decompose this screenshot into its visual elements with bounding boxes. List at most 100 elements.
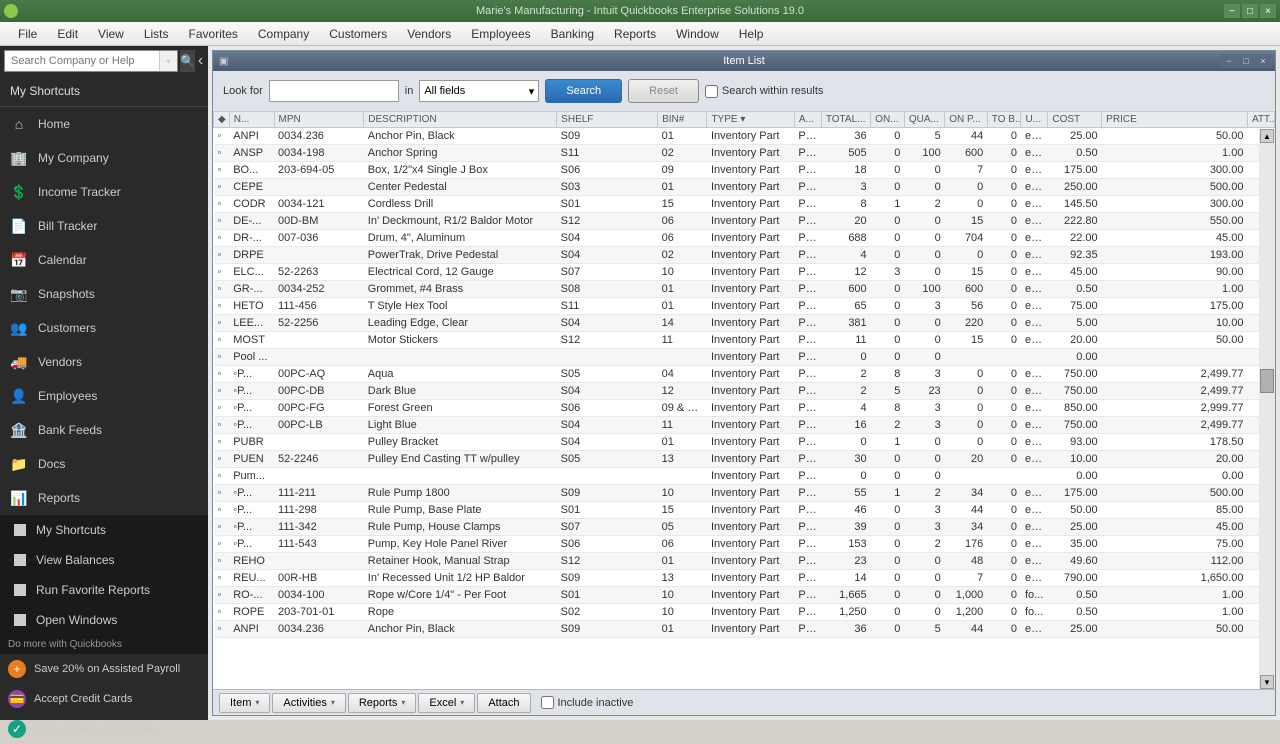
search-button[interactable]: 🔍	[180, 50, 195, 72]
table-row[interactable]: ◦ ◦P... 111-342 Rule Pump, House Clamps …	[214, 519, 1275, 536]
table-row[interactable]: ◦ LEE... 52-2256 Leading Edge, Clear S04…	[214, 315, 1275, 332]
attach-button[interactable]: Attach	[477, 693, 530, 713]
menu-view[interactable]: View	[88, 23, 134, 45]
search-dropdown-icon[interactable]: ▾	[159, 51, 177, 71]
column-header[interactable]: TYPE ▾	[707, 112, 794, 128]
collapse-sidebar-icon[interactable]: ‹	[197, 50, 204, 72]
column-header[interactable]: ATT...	[1247, 112, 1274, 128]
scroll-up-icon[interactable]: ▲	[1260, 129, 1274, 143]
sidebar-item-docs[interactable]: 📁Docs	[0, 447, 208, 481]
promo-save-on-assisted-payroll[interactable]: +Save 20% on Assisted Payroll	[0, 654, 208, 684]
table-row[interactable]: ◦ REHO Retainer Hook, Manual Strap S12 0…	[214, 553, 1275, 570]
table-row[interactable]: ◦ DR-... 007-036 Drum, 4", Aluminum S04 …	[214, 230, 1275, 247]
search-within-input[interactable]	[705, 85, 718, 98]
table-row[interactable]: ◦ CEPE Center Pedestal S03 01 Inventory …	[214, 179, 1275, 196]
minimize-button[interactable]: −	[1224, 4, 1240, 18]
column-header[interactable]: ON P...	[945, 112, 988, 128]
table-row[interactable]: ◦ ANPI 0034.236 Anchor Pin, Black S09 01…	[214, 621, 1275, 638]
table-row[interactable]: ◦ ◦P... 111-298 Rule Pump, Base Plate S0…	[214, 502, 1275, 519]
table-row[interactable]: ◦ ELC... 52-2263 Electrical Cord, 12 Gau…	[214, 264, 1275, 281]
reset-button[interactable]: Reset	[628, 79, 699, 103]
table-row[interactable]: ◦ ANPI 0034.236 Anchor Pin, Black S09 01…	[214, 128, 1275, 145]
sidebar-item-bill-tracker[interactable]: 📄Bill Tracker	[0, 209, 208, 243]
item-button[interactable]: Item ▾	[219, 693, 270, 713]
sidebar-sub-open-windows[interactable]: Open Windows	[0, 605, 208, 635]
activities-button[interactable]: Activities ▾	[272, 693, 345, 713]
sidebar-item-employees[interactable]: 👤Employees	[0, 379, 208, 413]
column-header[interactable]: ON...	[871, 112, 905, 128]
sidebar-item-my-company[interactable]: 🏢My Company	[0, 141, 208, 175]
table-row[interactable]: ◦ HETO 111-456 T Style Hex Tool S11 01 I…	[214, 298, 1275, 315]
sidebar-sub-view-balances[interactable]: View Balances	[0, 545, 208, 575]
window-close-button[interactable]: ×	[1255, 54, 1271, 68]
column-header[interactable]: N...	[229, 112, 274, 128]
column-header[interactable]: COST	[1048, 112, 1102, 128]
sidebar-item-calendar[interactable]: 📅Calendar	[0, 243, 208, 277]
look-for-input[interactable]	[269, 80, 399, 102]
table-row[interactable]: ◦ ◦P... 111-211 Rule Pump 1800 S09 10 In…	[214, 485, 1275, 502]
sidebar-item-income-tracker[interactable]: 💲Income Tracker	[0, 175, 208, 209]
window-header[interactable]: ▣ Item List − □ ×	[213, 51, 1275, 71]
table-row[interactable]: ◦ MOST Motor Stickers S12 11 Inventory P…	[214, 332, 1275, 349]
sidebar-item-reports[interactable]: 📊Reports	[0, 481, 208, 515]
menu-banking[interactable]: Banking	[541, 23, 604, 45]
search-input[interactable]	[5, 51, 159, 71]
table-row[interactable]: ◦ RO-... 0034-100 Rope w/Core 1/4" - Per…	[214, 587, 1275, 604]
table-row[interactable]: ◦ ◦P... 00PC-AQ Aqua S05 04 Inventory Pa…	[214, 366, 1275, 383]
column-header[interactable]: ◆	[214, 112, 230, 128]
column-header[interactable]: BIN#	[658, 112, 707, 128]
menu-lists[interactable]: Lists	[134, 23, 179, 45]
sidebar-item-snapshots[interactable]: 📷Snapshots	[0, 277, 208, 311]
menu-help[interactable]: Help	[729, 23, 774, 45]
table-row[interactable]: ◦ GR-... 0034-252 Grommet, #4 Brass S08 …	[214, 281, 1275, 298]
column-header[interactable]: MPN	[274, 112, 364, 128]
menu-edit[interactable]: Edit	[47, 23, 88, 45]
scroll-thumb[interactable]	[1260, 369, 1274, 393]
vertical-scrollbar[interactable]: ▲ ▼	[1259, 129, 1275, 689]
table-row[interactable]: ◦ DRPE PowerTrak, Drive Pedestal S04 02 …	[214, 247, 1275, 264]
reports-button[interactable]: Reports ▾	[348, 693, 417, 713]
table-row[interactable]: ◦ Pum... Inventory Part Po... 0 0 0 0.00…	[214, 468, 1275, 485]
table-row[interactable]: ◦ ANSP 0034-198 Anchor Spring S11 02 Inv…	[214, 145, 1275, 162]
maximize-button[interactable]: □	[1242, 4, 1258, 18]
column-header[interactable]: PRICE	[1102, 112, 1248, 128]
menu-vendors[interactable]: Vendors	[397, 23, 461, 45]
excel-button[interactable]: Excel ▾	[418, 693, 475, 713]
table-row[interactable]: ◦ CODR 0034-121 Cordless Drill S01 15 In…	[214, 196, 1275, 213]
close-button[interactable]: ×	[1260, 4, 1276, 18]
include-inactive-input[interactable]	[541, 696, 554, 709]
window-maximize-button[interactable]: □	[1238, 54, 1254, 68]
promo-accept-credit-cards[interactable]: 💳Accept Credit Cards	[0, 684, 208, 714]
table-row[interactable]: ◦ Pool ... Inventory Part Po... 0 0 0 0.…	[214, 349, 1275, 366]
sidebar-item-bank-feeds[interactable]: 🏦Bank Feeds	[0, 413, 208, 447]
table-row[interactable]: ◦ PUBR Pulley Bracket S04 01 Inventory P…	[214, 434, 1275, 451]
table-row[interactable]: ◦ REU... 00R-HB In' Recessed Unit 1/2 HP…	[214, 570, 1275, 587]
window-minimize-button[interactable]: −	[1221, 54, 1237, 68]
column-header[interactable]: QUA...	[904, 112, 944, 128]
sidebar-item-vendors[interactable]: 🚚Vendors	[0, 345, 208, 379]
menu-reports[interactable]: Reports	[604, 23, 666, 45]
table-row[interactable]: ◦ ROPE 203-701-01 Rope S02 10 Inventory …	[214, 604, 1275, 621]
menu-customers[interactable]: Customers	[319, 23, 397, 45]
menu-file[interactable]: File	[8, 23, 47, 45]
search-button[interactable]: Search	[545, 79, 622, 103]
table-row[interactable]: ◦ ◦P... 00PC-DB Dark Blue S04 12 Invento…	[214, 383, 1275, 400]
table-row[interactable]: ◦ ◦P... 00PC-LB Light Blue S04 11 Invent…	[214, 417, 1275, 434]
column-header[interactable]: U...	[1021, 112, 1048, 128]
table-row[interactable]: ◦ PUEN 52-2246 Pulley End Casting TT w/p…	[214, 451, 1275, 468]
column-header[interactable]: A...	[794, 112, 821, 128]
menu-favorites[interactable]: Favorites	[179, 23, 248, 45]
scroll-down-icon[interactable]: ▼	[1260, 675, 1274, 689]
promo-order-checks-supplies[interactable]: ✓Order Checks & Supplies	[0, 714, 208, 744]
column-header[interactable]: SHELF	[557, 112, 658, 128]
column-header[interactable]: TOTAL...	[821, 112, 870, 128]
column-header[interactable]: TO B...	[987, 112, 1021, 128]
include-inactive-checkbox[interactable]: Include inactive	[541, 696, 634, 709]
sidebar-sub-header[interactable]: My Shortcuts	[0, 515, 208, 545]
table-row[interactable]: ◦ DE-... 00D-BM In' Deckmount, R1/2 Bald…	[214, 213, 1275, 230]
sidebar-sub-run-favorite-reports[interactable]: Run Favorite Reports	[0, 575, 208, 605]
menu-employees[interactable]: Employees	[461, 23, 540, 45]
table-row[interactable]: ◦ ◦P... 00PC-FG Forest Green S06 09 & B.…	[214, 400, 1275, 417]
search-within-checkbox[interactable]: Search within results	[705, 85, 824, 98]
table-row[interactable]: ◦ ◦P... 111-543 Pump, Key Hole Panel Riv…	[214, 536, 1275, 553]
